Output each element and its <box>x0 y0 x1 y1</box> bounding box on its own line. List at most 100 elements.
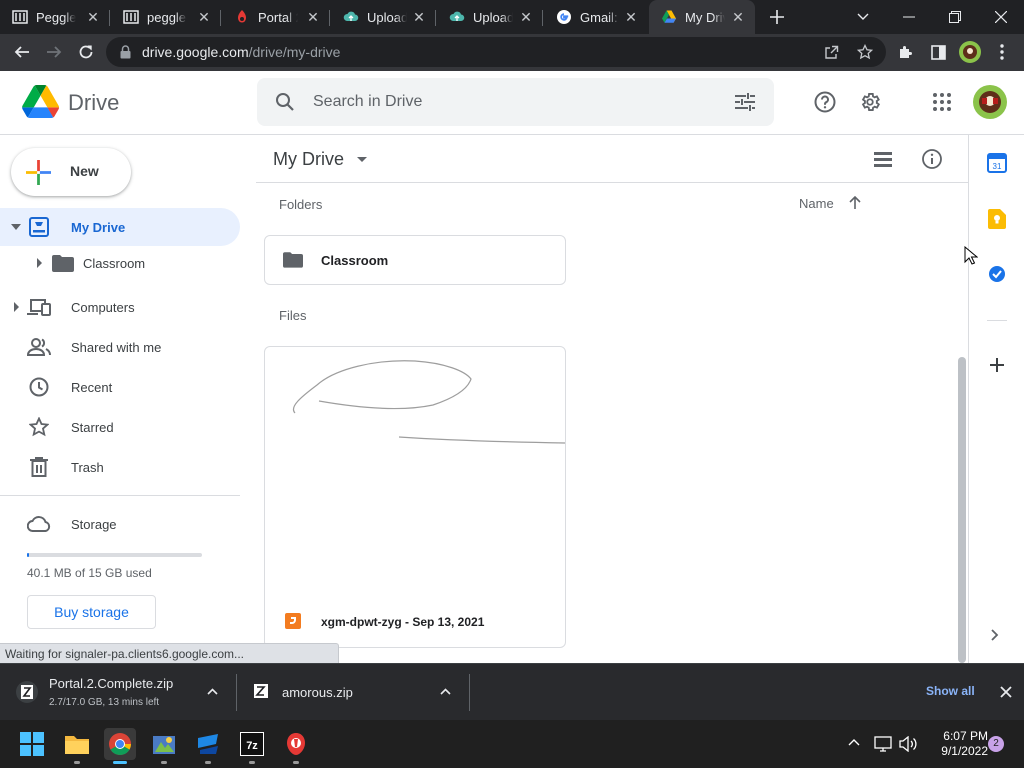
peggle-icon <box>123 10 139 24</box>
tab-title: My Driv <box>685 9 725 25</box>
keep-icon[interactable] <box>988 209 1006 229</box>
close-tab-icon[interactable]: ✕ <box>731 10 745 24</box>
browser-tab-7-active[interactable]: My Driv ✕ <box>649 0 755 34</box>
sort-by-name-button[interactable]: Name <box>799 196 861 211</box>
clock-time: 6:07 PM <box>943 729 988 743</box>
details-button[interactable] <box>912 139 952 179</box>
browser-tab-6[interactable]: Gmail: F ✕ <box>544 0 648 34</box>
chevron-right-icon[interactable] <box>991 629 999 641</box>
drive-logo-icon[interactable] <box>22 85 59 118</box>
bookmark-star-icon[interactable] <box>857 44 873 60</box>
sidebar-item-storage[interactable]: Storage <box>0 505 240 543</box>
taskbar-app-7zip[interactable]: 7z <box>236 728 268 764</box>
folder-icon <box>52 255 74 272</box>
folder-card-classroom[interactable]: Classroom <box>264 235 566 285</box>
sidebar-item-my-drive[interactable]: My Drive <box>0 208 240 246</box>
running-indicator <box>249 761 255 764</box>
taskbar-app-game[interactable] <box>148 728 180 764</box>
extensions-button[interactable] <box>892 38 920 66</box>
right-side-panel: 31 <box>968 135 1024 663</box>
back-arrow-icon <box>14 46 29 58</box>
restore-button[interactable] <box>932 0 978 34</box>
caret-right-icon[interactable] <box>34 258 44 268</box>
url-text: drive.google.com/drive/my-drive <box>142 44 340 60</box>
taskbar-app-blue[interactable] <box>192 728 224 764</box>
forward-button[interactable] <box>40 38 68 66</box>
taskbar-app-red[interactable] <box>280 728 312 764</box>
caret-right-icon[interactable] <box>11 302 21 312</box>
jamboard-icon <box>285 613 301 629</box>
chevron-up-icon[interactable] <box>848 738 860 746</box>
google-apps-button[interactable] <box>922 82 962 122</box>
browser-tab-2[interactable]: peggle- ✕ <box>111 0 221 34</box>
browser-tab-3[interactable]: Portal 2 ✕ <box>222 0 330 34</box>
close-icon <box>995 11 1007 23</box>
reload-icon <box>79 45 93 59</box>
cloud-icon <box>27 516 51 532</box>
support-button[interactable] <box>805 82 845 122</box>
search-icon[interactable] <box>275 92 295 112</box>
reload-button[interactable] <box>72 38 100 66</box>
chevron-up-icon[interactable] <box>207 688 218 695</box>
buy-storage-button[interactable]: Buy storage <box>27 595 156 629</box>
caret-down-icon[interactable] <box>10 221 22 233</box>
sidebar-item-classroom-folder[interactable]: Classroom <box>0 244 240 282</box>
scrollbar[interactable] <box>958 357 966 663</box>
taskbar-app-chrome[interactable] <box>104 728 136 764</box>
download-item[interactable]: amorous.zip <box>237 664 470 721</box>
calendar-icon[interactable]: 31 <box>987 153 1007 173</box>
back-button[interactable] <box>8 38 36 66</box>
close-icon[interactable] <box>1000 686 1012 698</box>
new-tab-button[interactable] <box>755 0 799 34</box>
file-card[interactable]: xgm-dpwt-zyg - Sep 13, 2021 <box>264 346 566 648</box>
sidebar-item-computers[interactable]: Computers <box>0 288 240 326</box>
side-panel-button[interactable] <box>924 38 952 66</box>
chevron-up-icon[interactable] <box>440 688 451 695</box>
close-tab-icon[interactable]: ✕ <box>624 10 638 24</box>
network-icon[interactable] <box>874 736 892 752</box>
close-tab-icon[interactable]: ✕ <box>197 10 211 24</box>
sidebar-item-label: Recent <box>71 379 113 395</box>
running-indicator <box>113 761 127 764</box>
new-button[interactable]: New <box>11 148 131 196</box>
sidebar-item-trash[interactable]: Trash <box>0 448 240 486</box>
chrome-icon <box>109 733 131 755</box>
search-options-icon[interactable] <box>735 93 755 111</box>
notification-badge[interactable]: 2 <box>988 736 1004 752</box>
taskbar-app-file-explorer[interactable] <box>61 728 93 764</box>
close-tab-icon[interactable]: ✕ <box>519 10 533 24</box>
browser-menu-button[interactable] <box>988 38 1016 66</box>
browser-tab-5[interactable]: Upload ✕ <box>437 0 543 34</box>
browser-tab-4[interactable]: Upload ✕ <box>331 0 436 34</box>
plus-icon[interactable] <box>989 357 1005 373</box>
download-item[interactable]: Portal.2.Complete.zip 2.7/17.0 GB, 13 mi… <box>0 664 237 721</box>
minimize-button[interactable] <box>886 0 932 34</box>
profile-button[interactable] <box>956 38 984 66</box>
show-all-button[interactable]: Show all <box>926 684 975 698</box>
folder-name: Classroom <box>321 253 389 268</box>
system-clock[interactable]: 6:07 PM 9/1/2022 <box>918 729 988 759</box>
start-button[interactable] <box>16 728 48 760</box>
close-window-button[interactable] <box>978 0 1024 34</box>
close-tab-icon[interactable]: ✕ <box>86 10 100 24</box>
address-bar[interactable]: drive.google.com/drive/my-drive <box>106 37 886 67</box>
close-tab-icon[interactable]: ✕ <box>412 10 426 24</box>
settings-button[interactable] <box>850 82 890 122</box>
sidebar-item-starred[interactable]: Starred <box>0 408 240 446</box>
sidebar-item-recent[interactable]: Recent <box>0 368 240 406</box>
account-button[interactable] <box>970 82 1010 122</box>
list-view-button[interactable] <box>863 139 903 179</box>
browser-tab-1[interactable]: Peggle I ✕ <box>0 0 110 34</box>
volume-icon[interactable] <box>899 736 917 752</box>
browser-toolbar: drive.google.com/drive/my-drive <box>0 34 1024 71</box>
share-icon[interactable] <box>824 45 839 60</box>
sidebar-item-shared-with-me[interactable]: Shared with me <box>0 328 240 366</box>
tab-search-button[interactable] <box>840 0 886 34</box>
breadcrumb[interactable]: My Drive <box>273 149 368 170</box>
chevron-down-icon <box>857 13 869 20</box>
search-input[interactable] <box>313 90 693 114</box>
pdf-icon <box>238 10 246 23</box>
tasks-icon[interactable] <box>988 265 1006 283</box>
sidebar-item-label: Starred <box>71 419 114 435</box>
close-tab-icon[interactable]: ✕ <box>306 10 320 24</box>
